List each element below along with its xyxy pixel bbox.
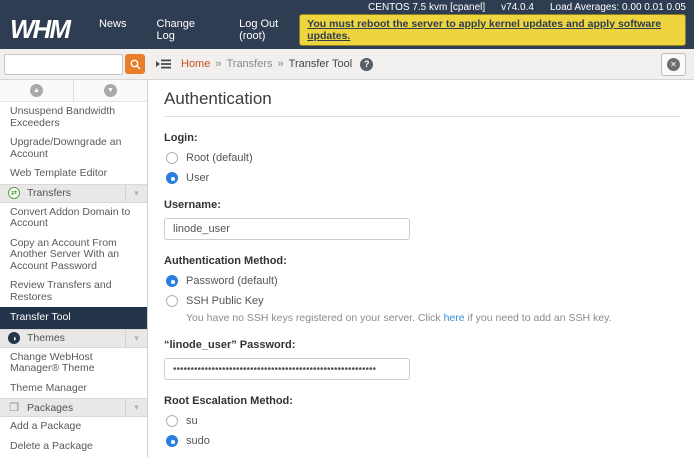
breadcrumb-separator: » [215,58,221,70]
chevron-down-icon[interactable]: ▾ [125,330,147,347]
ssh-keys-note: You have no SSH keys registered on your … [186,312,680,324]
breadcrumb-home[interactable]: Home [181,58,210,70]
nav-change-log[interactable]: Change Log [157,18,210,42]
sidebar-item-copy-account[interactable]: Copy an Account From Another Server With… [0,234,147,277]
sidebar-section-transfers[interactable]: ⇄ Transfers ▾ [0,184,147,203]
sidebar-item-unsuspend-bandwidth[interactable]: Unsuspend Bandwidth Exceeders [0,102,147,133]
transfers-icon: ⇄ [8,187,20,199]
method-password-option[interactable]: Password (default) [166,275,680,287]
sidebar-item-web-template-editor[interactable]: Web Template Editor [0,164,147,184]
sidebar: ▲ ▼ Unsuspend Bandwidth Exceeders Upgrad… [0,80,148,457]
sidebar-item-delete-a-package[interactable]: Delete a Package [0,437,147,457]
chevron-down-icon[interactable]: ▾ [125,185,147,202]
sidebar-item-theme-manager[interactable]: Theme Manager [0,379,147,399]
close-page-button[interactable]: ✕ [661,53,686,76]
search-input[interactable] [4,54,123,75]
radio-selected-icon[interactable] [166,275,178,287]
nav-news[interactable]: News [99,18,127,42]
close-icon: ✕ [667,58,680,71]
login-label: Login: [164,132,680,144]
chevron-down-icon[interactable]: ▾ [125,399,147,416]
nav-log-out[interactable]: Log Out (root) [239,18,299,42]
method-ssh-option[interactable]: SSH Public Key [166,295,680,307]
server-host: CENTOS 7.5 kvm [cpanel] [368,2,485,14]
sidebar-item-review-transfers[interactable]: Review Transfers and Restores [0,276,147,307]
authentication-title: Authentication [164,89,680,109]
auth-method-label: Authentication Method: [164,255,680,267]
breadcrumb-current: Transfer Tool [289,58,353,70]
sidebar-scroll-up-button[interactable]: ▲ [0,80,74,101]
whm-logo[interactable]: WHM [10,14,69,45]
load-averages: Load Averages: 0.00 0.01 0.05 [550,2,686,14]
root-escalation-label: Root Escalation Method: [164,395,680,407]
main-panel: Authentication Login: Root (default) Use… [148,80,694,457]
collapse-sidebar-icon[interactable] [156,58,171,70]
top-header: CENTOS 7.5 kvm [cpanel] v74.0.4 Load Ave… [0,0,694,49]
sidebar-item-change-whm-theme[interactable]: Change WebHost Manager® Theme [0,348,147,379]
username-label: Username: [164,199,680,211]
sidebar-scroll-down-button[interactable]: ▼ [74,80,147,101]
search-icon [130,59,141,70]
sidebar-item-upgrade-downgrade[interactable]: Upgrade/Downgrade an Account [0,133,147,164]
escalation-sudo-option[interactable]: sudo [166,435,680,447]
reboot-warning-banner[interactable]: You must reboot the server to apply kern… [299,14,686,46]
section-divider [164,116,680,117]
radio-selected-icon[interactable] [166,172,178,184]
breadcrumb-bar: Home » Transfers » Transfer Tool ? ✕ [0,49,694,80]
themes-icon: ◑ [8,332,20,344]
sidebar-section-packages[interactable]: ❒ Packages ▾ [0,398,147,417]
help-icon[interactable]: ? [360,58,373,71]
radio-selected-icon[interactable] [166,435,178,447]
username-input[interactable] [164,218,410,240]
packages-icon: ❒ [8,402,20,414]
breadcrumb-transfers[interactable]: Transfers [226,58,272,70]
password-label: “linode_user” Password: [164,339,680,351]
server-info-bar: CENTOS 7.5 kvm [cpanel] v74.0.4 Load Ave… [0,0,694,14]
sidebar-item-convert-addon-domain[interactable]: Convert Addon Domain to Account [0,203,147,234]
password-input[interactable] [164,358,410,380]
sidebar-item-transfer-tool[interactable]: Transfer Tool [0,307,147,329]
radio-unselected-icon[interactable] [166,152,178,164]
radio-unselected-icon[interactable] [166,295,178,307]
chevron-up-icon: ▲ [30,84,43,97]
search-button[interactable] [125,54,145,74]
whm-version: v74.0.4 [501,2,534,14]
breadcrumb-separator: » [278,58,284,70]
add-ssh-key-link[interactable]: here [444,312,465,324]
sidebar-section-themes[interactable]: ◑ Themes ▾ [0,329,147,348]
header-nav: News Change Log Log Out (root) [99,18,299,42]
radio-unselected-icon[interactable] [166,415,178,427]
chevron-down-icon: ▼ [104,84,117,97]
breadcrumb: Home » Transfers » Transfer Tool ? [181,58,373,71]
login-user-option[interactable]: User [166,172,680,184]
escalation-su-option[interactable]: su [166,415,680,427]
login-root-option[interactable]: Root (default) [166,152,680,164]
sidebar-item-add-a-package[interactable]: Add a Package [0,417,147,437]
